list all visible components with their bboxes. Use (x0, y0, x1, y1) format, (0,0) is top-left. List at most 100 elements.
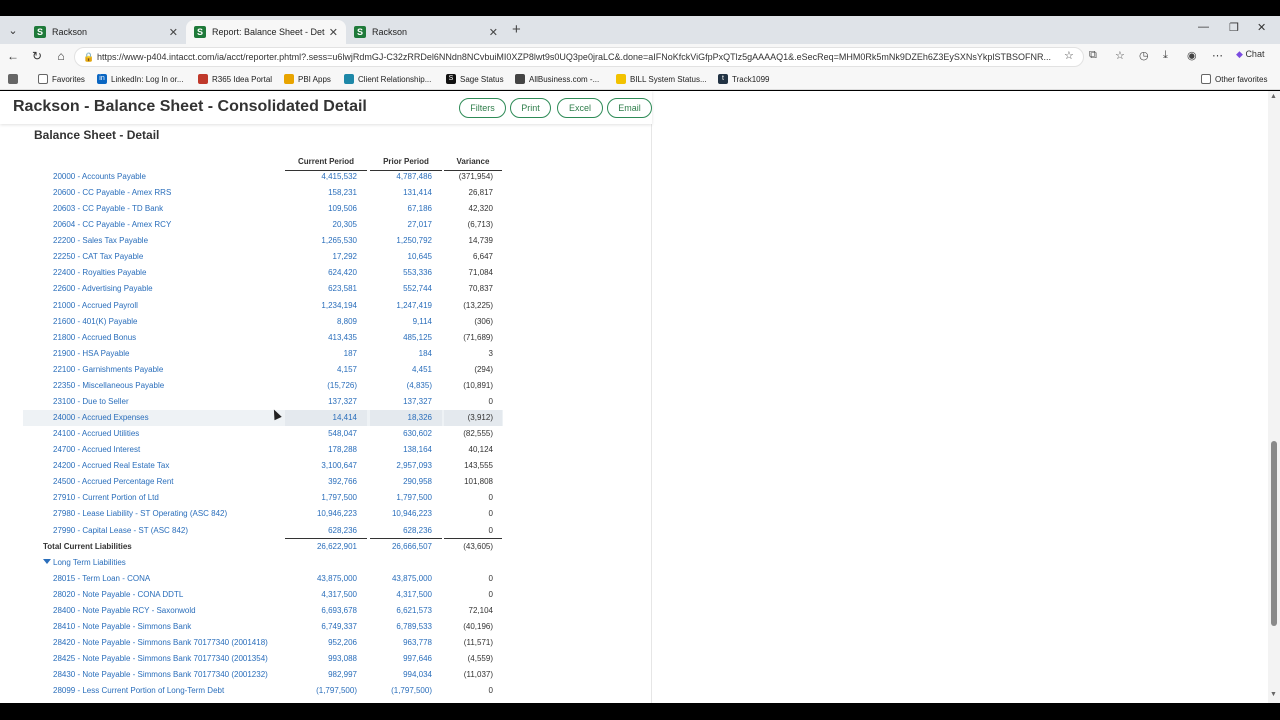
prior-value[interactable]: 27,017 (370, 220, 432, 229)
account-label[interactable]: 27980 - Lease Liability - ST Operating (… (53, 509, 227, 518)
table-row[interactable]: 22200 - Sales Tax Payable 1,265,530 1,250,… (23, 233, 503, 249)
prior-value[interactable]: 18,326 (370, 413, 432, 422)
account-label[interactable]: 21000 - Accrued Payroll (53, 301, 138, 310)
bookmark-r365[interactable]: R365 Idea Portal (198, 74, 272, 84)
prior-value[interactable]: 137,327 (370, 397, 432, 406)
prior-value[interactable]: (4,835) (370, 381, 432, 390)
section-row[interactable]: Long Term Liabilities (23, 555, 503, 571)
current-value[interactable]: 8,809 (285, 317, 357, 326)
page-scrollbar[interactable]: ▲ ▼ (1268, 91, 1280, 703)
current-value[interactable]: 109,506 (285, 204, 357, 213)
current-value[interactable]: 952,206 (285, 638, 357, 647)
table-row[interactable]: 24500 - Accrued Percentage Rent 392,766 29… (23, 474, 503, 490)
account-label[interactable]: 28020 - Note Payable - CONA DDTL (53, 590, 183, 599)
scrollbar-thumb[interactable] (1271, 441, 1277, 626)
prior-value[interactable]: 4,451 (370, 365, 432, 374)
account-label[interactable]: 20600 - CC Payable - Amex RRS (53, 188, 171, 197)
table-row[interactable]: 28420 - Note Payable - Simmons Bank 7017… (23, 635, 503, 651)
profile-avatar-icon[interactable]: ◉ (1187, 49, 1197, 62)
prior-value[interactable]: 1,797,500 (370, 493, 432, 502)
table-row[interactable]: 27990 - Capital Lease - ST (ASC 842) 628,… (23, 523, 503, 539)
maximize-icon[interactable]: ❐ (1229, 21, 1239, 34)
account-label[interactable]: 24100 - Accrued Utilities (53, 429, 139, 438)
account-label[interactable]: 24200 - Accrued Real Estate Tax (53, 461, 169, 470)
close-window-icon[interactable]: ✕ (1257, 21, 1266, 34)
account-label[interactable]: 28015 - Term Loan - CONA (53, 574, 150, 583)
prior-value[interactable]: 10,645 (370, 252, 432, 261)
favorites-icon[interactable]: ☆ (1115, 49, 1125, 62)
table-row[interactable]: 20603 - CC Payable - TD Bank 109,506 67,18… (23, 201, 503, 217)
table-row[interactable]: 22250 - CAT Tax Payable 17,292 10,645 6,647 (23, 249, 503, 265)
table-row[interactable]: 21600 - 401(K) Payable 8,809 9,114 (306) (23, 314, 503, 330)
table-row[interactable]: 20000 - Accounts Payable 4,415,532 4,787,4… (23, 169, 503, 185)
table-row[interactable]: 22100 - Garnishments Payable 4,157 4,451 (2… (23, 362, 503, 378)
address-bar[interactable]: 🔒 https://www-p404.intacct.com/ia/acct/r… (74, 47, 1084, 67)
favorite-star-icon[interactable]: ☆ (1064, 49, 1074, 62)
prior-value[interactable]: 6,621,573 (370, 606, 432, 615)
account-label[interactable]: 22600 - Advertising Payable (53, 284, 153, 293)
bookmark-client-relationship[interactable]: Client Relationship... (344, 74, 431, 84)
account-label[interactable]: 24000 - Accrued Expenses (53, 413, 149, 422)
tab-actions-chevron-icon[interactable]: ⌄ (4, 22, 22, 40)
prior-value[interactable]: 67,186 (370, 204, 432, 213)
table-row[interactable]: 28400 - Note Payable RCY - Saxonwold 6,69… (23, 603, 503, 619)
table-row[interactable]: 24100 - Accrued Utilities 548,047 630,602 (… (23, 426, 503, 442)
account-label[interactable]: 22250 - CAT Tax Payable (53, 252, 143, 261)
account-label[interactable]: 28425 - Note Payable - Simmons Bank 7017… (53, 654, 268, 663)
current-value[interactable]: 4,415,532 (285, 172, 357, 181)
current-value[interactable]: 4,317,500 (285, 590, 357, 599)
current-value[interactable]: 392,766 (285, 477, 357, 486)
prior-value[interactable]: 1,250,792 (370, 236, 432, 245)
prior-value[interactable]: 184 (370, 349, 432, 358)
current-value[interactable]: (15,726) (285, 381, 357, 390)
bookmark-allbusiness[interactable]: AllBusiness.com -... (515, 74, 599, 84)
table-row[interactable]: 24000 - Accrued Expenses 14,414 18,326 (3,9… (23, 410, 503, 426)
table-row[interactable]: 21000 - Accrued Payroll 1,234,194 1,247,41… (23, 298, 503, 314)
account-label[interactable]: 23100 - Due to Seller (53, 397, 129, 406)
close-tab-icon[interactable]: ✕ (169, 26, 178, 39)
current-value[interactable]: 1,797,500 (285, 493, 357, 502)
current-value[interactable]: 413,435 (285, 333, 357, 342)
table-row[interactable]: 28015 - Term Loan - CONA 43,875,000 43,875… (23, 571, 503, 587)
account-label[interactable]: 21900 - HSA Payable (53, 349, 130, 358)
excel-button[interactable]: Excel (557, 98, 603, 118)
downloads-icon[interactable]: ⤓ (1163, 49, 1168, 62)
account-label[interactable]: 28410 - Note Payable - Simmons Bank (53, 622, 191, 631)
current-value[interactable]: 623,581 (285, 284, 357, 293)
back-icon[interactable]: ← (5, 49, 21, 63)
bookmark-bill-status[interactable]: BILL System Status... (616, 74, 707, 84)
tab-balance-sheet[interactable]: S Report: Balance Sheet - Detail ✕ (186, 20, 346, 44)
caret-down-icon[interactable] (43, 559, 51, 564)
prior-value[interactable]: 552,744 (370, 284, 432, 293)
prior-value[interactable]: 630,602 (370, 429, 432, 438)
current-value[interactable]: 993,088 (285, 654, 357, 663)
bookmark-linkedin[interactable]: in LinkedIn: Log In or... (97, 74, 184, 84)
current-value[interactable]: 14,414 (285, 413, 357, 422)
email-button[interactable]: Email (607, 98, 652, 118)
prior-value[interactable]: 963,778 (370, 638, 432, 647)
prior-value[interactable]: 10,946,223 (370, 509, 432, 518)
current-value[interactable]: 17,292 (285, 252, 357, 261)
account-label[interactable]: 24500 - Accrued Percentage Rent (53, 477, 174, 486)
prior-value[interactable]: 290,958 (370, 477, 432, 486)
account-label[interactable]: 24700 - Accrued Interest (53, 445, 140, 454)
table-row[interactable]: 22400 - Royalties Payable 624,420 553,336 7… (23, 265, 503, 281)
print-button[interactable]: Print (510, 98, 551, 118)
prior-value[interactable]: 26,666,507 (370, 542, 432, 551)
table-row[interactable]: 24200 - Accrued Real Estate Tax 3,100,647… (23, 458, 503, 474)
extensions-icon[interactable]: ⧉ (1089, 49, 1097, 62)
table-row[interactable]: 20600 - CC Payable - Amex RRS 158,231 131,… (23, 185, 503, 201)
copilot-chat-button[interactable]: ◆ Chat (1236, 49, 1264, 60)
new-tab-button[interactable]: + (512, 21, 521, 38)
account-label[interactable]: 27910 - Current Portion of Ltd (53, 493, 159, 502)
current-value[interactable]: 624,420 (285, 268, 357, 277)
tab-rackson-2[interactable]: S Rackson ✕ (346, 20, 506, 44)
table-row[interactable]: 22600 - Advertising Payable 623,581 552,74… (23, 281, 503, 297)
prior-value[interactable]: 9,114 (370, 317, 432, 326)
scroll-down-icon[interactable]: ▼ (1270, 691, 1277, 698)
prior-value[interactable]: 4,787,486 (370, 172, 432, 181)
account-label[interactable]: 22400 - Royalties Payable (53, 268, 146, 277)
table-row[interactable]: 20604 - CC Payable - Amex RCY 20,305 27,01… (23, 217, 503, 233)
prior-value[interactable]: 131,414 (370, 188, 432, 197)
current-value[interactable]: 1,265,530 (285, 236, 357, 245)
